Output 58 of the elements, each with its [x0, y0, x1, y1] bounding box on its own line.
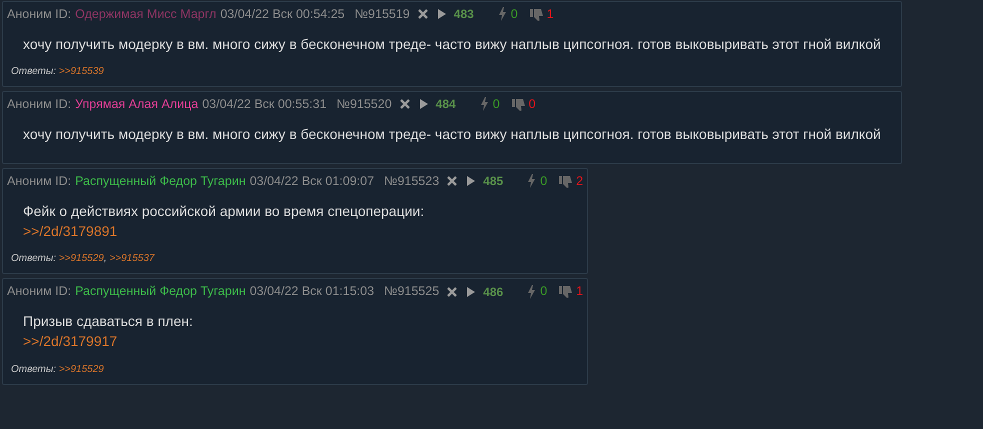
reply-link[interactable]: >>915529 — [58, 253, 104, 264]
lightning-icon[interactable] — [498, 7, 507, 22]
dislike-count: 2 — [576, 173, 584, 190]
play-icon[interactable] — [420, 99, 428, 110]
reply-link[interactable]: >>915537 — [109, 253, 154, 264]
like-count: 0 — [540, 173, 548, 190]
author-label: Аноним ID: — [7, 6, 72, 23]
thumbs-down-icon[interactable] — [530, 8, 543, 21]
like-count: 0 — [540, 283, 548, 300]
thumbs-down-icon[interactable] — [512, 98, 525, 111]
post-number-link[interactable]: №915523 — [384, 172, 440, 191]
replies-label: Ответы: — [11, 253, 58, 264]
lightning-icon[interactable] — [527, 174, 536, 188]
reply-link[interactable]: >>915539 — [58, 66, 104, 78]
poster-name: Упрямая Алая Алица — [75, 96, 198, 114]
author-label: Аноним ID: — [7, 173, 72, 190]
post-date: 03/04/22 Вск 00:55:31 — [202, 96, 327, 114]
author-label: Аноним ID: — [7, 283, 72, 300]
close-icon[interactable] — [447, 176, 458, 186]
play-icon[interactable] — [467, 286, 476, 297]
poster-name: Одержимая Мисс Маргл — [75, 6, 216, 23]
board-link[interactable]: >>/2d/3179917 — [23, 331, 118, 352]
dislike-count: 0 — [528, 96, 536, 114]
close-icon[interactable] — [400, 99, 410, 110]
close-icon[interactable] — [447, 286, 458, 297]
post-index: 485 — [483, 173, 504, 190]
play-icon[interactable] — [438, 9, 446, 20]
post-date: 03/04/22 Вск 01:09:07 — [250, 173, 374, 190]
dislike-count: 1 — [546, 6, 554, 23]
reply-link[interactable]: >>915529 — [58, 364, 104, 375]
play-icon[interactable] — [467, 176, 476, 186]
lightning-icon[interactable] — [527, 284, 536, 299]
replies-label: Ответы: — [11, 364, 58, 375]
thumbs-down-icon[interactable] — [559, 174, 572, 188]
like-count: 0 — [492, 96, 500, 114]
close-icon[interactable] — [418, 9, 428, 20]
post-number-link[interactable]: №915520 — [336, 95, 392, 114]
post-index: 486 — [483, 284, 504, 301]
author-label: Аноним ID: — [7, 96, 72, 114]
like-count: 0 — [510, 6, 518, 23]
post-date: 03/04/22 Вск 01:15:03 — [250, 283, 374, 300]
post-index: 484 — [436, 96, 456, 114]
dislike-count: 1 — [576, 283, 584, 300]
post-index: 483 — [454, 6, 474, 24]
replies-label: Ответы: — [11, 66, 58, 78]
post-number-link[interactable]: №915519 — [354, 5, 410, 24]
post-text: хочу получить модерку в вм. много сижу в бесконечном треде- часто вижу наплыв ципсогноя. готов выковыривать этот гной вилкой — [23, 124, 881, 144]
thumbs-down-icon[interactable] — [559, 285, 572, 298]
post-text: хочу получить модерку в вм. много сижу в бесконечном треде- часто вижу наплыв ципсогноя. готов выковыривать этот гной вилкой — [23, 34, 881, 54]
lightning-icon[interactable] — [480, 97, 489, 112]
board-link[interactable]: >>/2d/3179891 — [23, 221, 118, 242]
post-number-link[interactable]: №915525 — [384, 282, 440, 302]
poster-name: Распущенный Федор Тугарин — [75, 173, 246, 190]
post-text: Призыв сдаваться в плен: — [23, 312, 194, 332]
post-text: Фейк о действиях российской армии во время спецоперации: — [23, 202, 426, 221]
post-date: 03/04/22 Вск 00:54:25 — [220, 6, 345, 23]
poster-name: Распущенный Федор Тугарин — [75, 283, 246, 300]
comma-separator: , — [104, 253, 108, 264]
